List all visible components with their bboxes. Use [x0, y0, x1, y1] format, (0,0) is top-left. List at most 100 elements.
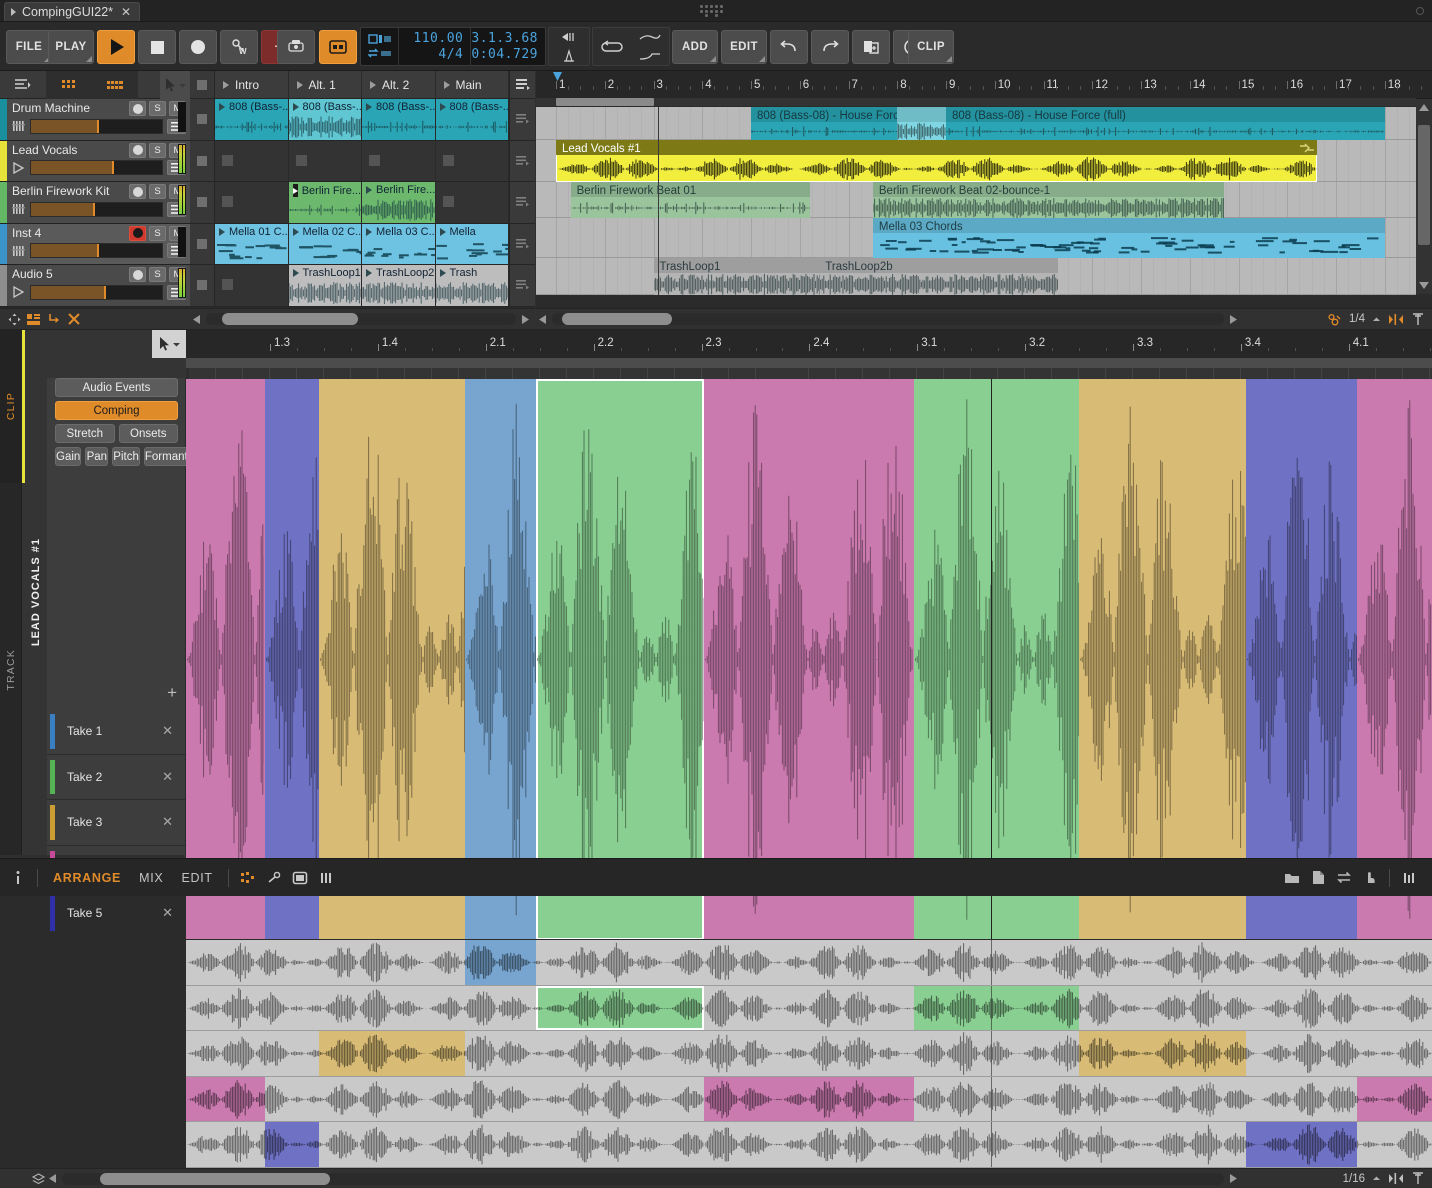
rows-view-button[interactable]	[92, 71, 138, 99]
metronome-small-icon[interactable]	[559, 49, 579, 63]
duplicate-button[interactable]	[852, 30, 890, 64]
arranger-playhead[interactable]	[658, 107, 659, 295]
clip-fade-icon[interactable]	[1299, 142, 1315, 154]
beat-cell[interactable]	[998, 368, 1025, 379]
beat-cell[interactable]	[890, 368, 917, 379]
beat-cell[interactable]	[1268, 368, 1295, 379]
clip-slot[interactable]: Mella 01 C...	[215, 224, 289, 265]
remove-take-icon[interactable]: ✕	[162, 769, 173, 785]
pointer-tool-button[interactable]	[160, 71, 190, 99]
beat-cell[interactable]	[621, 368, 648, 379]
beat-cell[interactable]	[1133, 368, 1160, 379]
file-button[interactable]: FILE	[6, 30, 52, 64]
arranger-vertical-scrollbar[interactable]	[1416, 99, 1432, 294]
meters-button[interactable]	[1396, 867, 1422, 889]
scene-slot[interactable]: Alt. 1	[289, 71, 363, 98]
solo-button[interactable]: S	[149, 226, 166, 241]
arranger-ruler[interactable]: 123456789101112131415161718	[536, 71, 1432, 99]
clip-slot[interactable]: 808 (Bass-...	[362, 99, 436, 140]
playhead-marker-icon[interactable]	[552, 71, 564, 83]
comp-segment[interactable]	[465, 379, 536, 939]
take-lane[interactable]	[186, 1077, 1432, 1123]
arranger-clip[interactable]: Mella 03 Chords	[873, 218, 1385, 258]
track-header[interactable]: Audio 5 S M	[0, 265, 190, 307]
editor-ruler[interactable]: 1.31.42.12.22.32.43.13.23.33.44.1	[186, 330, 1432, 358]
snap-icon[interactable]	[1388, 1172, 1404, 1185]
record-arm-button[interactable]	[129, 184, 146, 199]
record-arm-button[interactable]	[129, 226, 146, 241]
move-button[interactable]	[4, 311, 24, 327]
lane-highlight[interactable]	[319, 1031, 465, 1076]
chevron-up-icon[interactable]	[1373, 317, 1380, 322]
scroll-down-icon[interactable]	[1416, 278, 1432, 292]
remove-take-icon[interactable]: ✕	[162, 814, 173, 830]
editor-playhead[interactable]	[991, 379, 992, 939]
devices-button[interactable]	[235, 867, 261, 889]
beat-cell[interactable]	[216, 368, 243, 379]
lane-highlight[interactable]	[265, 1122, 320, 1167]
arranger-scroll-thumb[interactable]	[1418, 125, 1430, 245]
take-lane[interactable]	[186, 986, 1432, 1032]
notes-button[interactable]	[1305, 867, 1331, 889]
follow-button[interactable]	[319, 30, 357, 64]
beat-cell[interactable]	[648, 368, 675, 379]
arranger-clip[interactable]: Lead Vocals #1	[556, 140, 1317, 182]
crossfade-icon[interactable]	[1328, 313, 1341, 326]
automation-write-button[interactable]: W	[220, 30, 258, 64]
lane-highlight[interactable]	[465, 940, 536, 985]
beat-cell[interactable]	[756, 368, 783, 379]
editor-layers-button[interactable]	[28, 1171, 48, 1187]
list-view-button[interactable]	[0, 71, 46, 99]
solo-button[interactable]: S	[149, 101, 166, 116]
beat-cell[interactable]	[1376, 368, 1403, 379]
beat-cell[interactable]	[594, 368, 621, 379]
solo-button[interactable]: S	[149, 267, 166, 282]
beat-cell[interactable]	[243, 368, 270, 379]
launcher-hscrollbar[interactable]	[206, 313, 516, 325]
volume-slider[interactable]	[30, 285, 163, 300]
lane-highlight[interactable]	[704, 1077, 913, 1122]
beat-cell[interactable]	[1079, 368, 1106, 379]
formant-button[interactable]: Formant	[144, 447, 189, 466]
empty-clip-slot[interactable]	[215, 141, 289, 182]
magnet-icon[interactable]	[1412, 313, 1424, 326]
empty-clip-slot[interactable]	[436, 182, 510, 223]
add-button[interactable]: ADD	[672, 30, 718, 64]
comp-segment[interactable]	[186, 379, 265, 939]
clip-slot[interactable]: Mella 03 C...	[362, 224, 436, 265]
empty-clip-slot[interactable]	[289, 141, 363, 182]
clip-slot[interactable]: TrashLoop1	[289, 265, 363, 306]
audio-events-button[interactable]: Audio Events	[55, 378, 178, 397]
clip-slot[interactable]: 808 (Bass-...	[436, 99, 510, 140]
record-arm-button[interactable]	[129, 101, 146, 116]
stop-button[interactable]	[138, 30, 176, 64]
beat-cell[interactable]	[324, 368, 351, 379]
clip-slot[interactable]: 808 (Bass-...	[215, 99, 289, 140]
clip-slot[interactable]: Trash	[436, 265, 510, 306]
lane-highlight[interactable]	[1357, 1077, 1432, 1122]
layout-button[interactable]	[24, 311, 44, 327]
track-stop-button[interactable]	[190, 99, 215, 140]
beat-cell[interactable]	[567, 368, 594, 379]
track-header[interactable]: Berlin Firework Kit S M	[0, 182, 190, 224]
beat-cell[interactable]	[540, 368, 567, 379]
tempo-display[interactable]: 110.00 4/4	[399, 28, 471, 65]
add-take-button[interactable]: +	[167, 683, 177, 703]
magnet-icon[interactable]	[1412, 1172, 1424, 1185]
pan-button[interactable]: Pan	[85, 447, 108, 466]
loop-region[interactable]	[556, 98, 654, 106]
beat-cell[interactable]	[1241, 368, 1268, 379]
beat-cell[interactable]	[459, 368, 486, 379]
take-header[interactable]: Take 2 ✕	[47, 755, 185, 801]
take-header[interactable]: Take 3 ✕	[47, 800, 185, 846]
clip-row-menu[interactable]	[509, 141, 535, 182]
beat-cell[interactable]	[189, 368, 216, 379]
footer-mode-arrange[interactable]: ARRANGE	[44, 871, 130, 885]
mixer-button[interactable]	[313, 867, 339, 889]
beat-cell[interactable]	[378, 368, 405, 379]
comp-segment[interactable]	[1079, 379, 1246, 939]
clip-slot[interactable]: Berlin Fire...	[289, 182, 363, 223]
clip-slot[interactable]: Mella	[436, 224, 510, 265]
scroll-right-icon[interactable]	[1228, 314, 1238, 325]
arranger-clip[interactable]: TrashLoop1	[654, 258, 820, 295]
